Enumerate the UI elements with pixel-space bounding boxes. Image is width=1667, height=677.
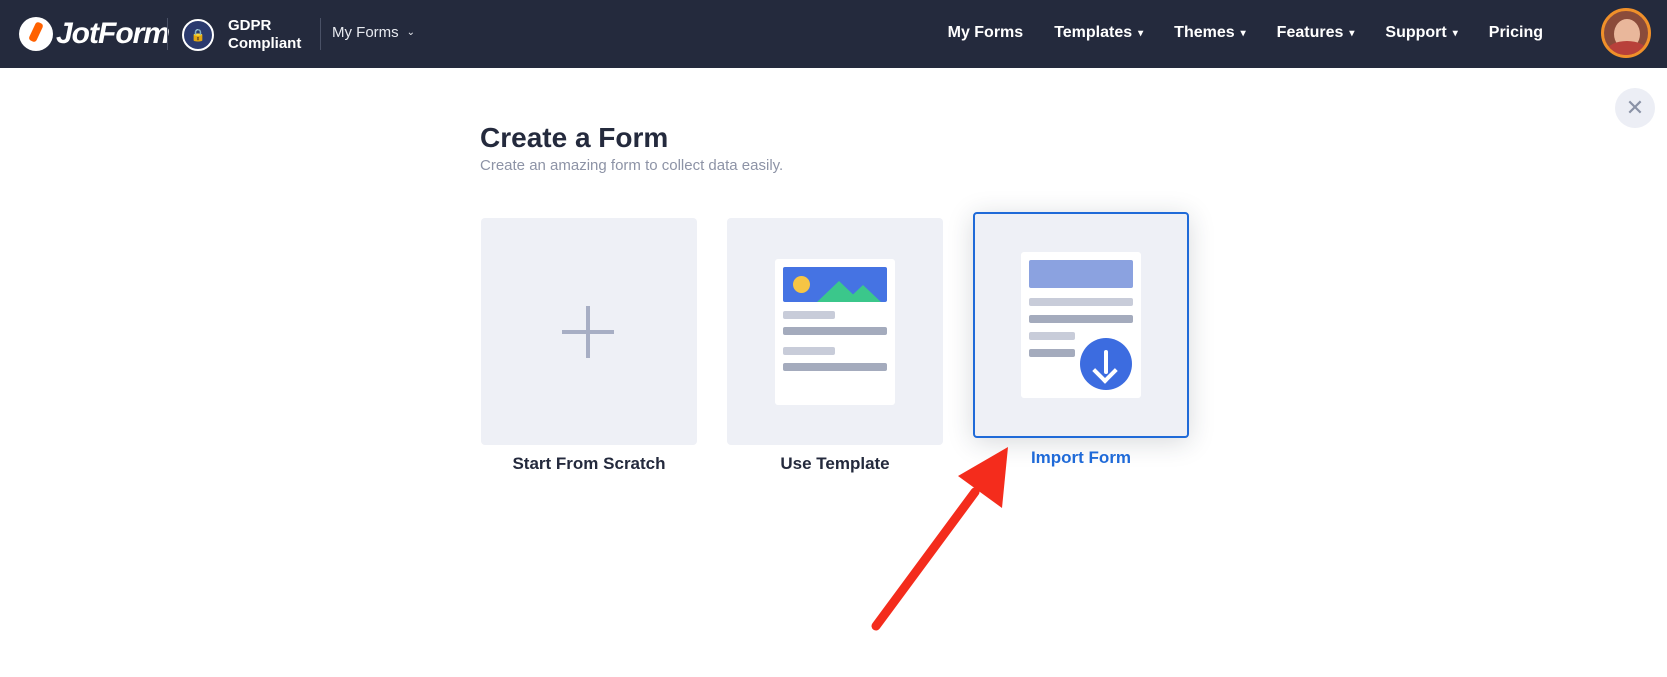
- use-template-label[interactable]: Use Template: [727, 454, 943, 474]
- start-from-scratch-label[interactable]: Start From Scratch: [481, 454, 697, 474]
- gdpr-compliant-label: Compliant: [228, 35, 302, 52]
- main-nav: My Forms Templates ▾ Themes ▾ Features ▾ Su…: [917, 24, 1543, 42]
- caret-down-icon: ▾: [1138, 27, 1144, 39]
- import-form-label[interactable]: Import Form: [973, 448, 1189, 468]
- logo-text: JotForm: [56, 17, 170, 50]
- use-template-card[interactable]: [727, 218, 943, 445]
- chevron-down-icon: ⌄: [406, 27, 416, 38]
- header-divider: [320, 18, 321, 50]
- nav-label: Templates: [1054, 24, 1133, 41]
- nav-pricing[interactable]: Pricing: [1489, 24, 1543, 42]
- nav-label: Support: [1385, 24, 1447, 41]
- page-subtitle: Create an amazing form to collect data e…: [480, 157, 784, 174]
- nav-features[interactable]: Features ▾: [1277, 24, 1355, 42]
- nav-label: Pricing: [1488, 24, 1543, 41]
- close-button[interactable]: ✕: [1615, 88, 1655, 128]
- caret-down-icon: ▾: [1240, 27, 1246, 39]
- import-document-icon: [1021, 252, 1141, 398]
- user-avatar[interactable]: [1601, 8, 1651, 58]
- nav-label: My Forms: [947, 24, 1024, 41]
- caret-down-icon: ▾: [1349, 27, 1355, 39]
- caret-down-icon: ▾: [1452, 27, 1458, 39]
- gdpr-label: GDPR: [228, 17, 272, 34]
- page-title: Create a Form: [480, 122, 669, 153]
- top-navigation-bar: JotForm 🔒 GDPR Compliant My Forms ⌄ My F…: [0, 0, 1667, 68]
- nav-themes[interactable]: Themes ▾: [1174, 24, 1246, 42]
- my-forms-dropdown-label: My Forms: [332, 24, 399, 41]
- nav-my-forms[interactable]: My Forms: [948, 24, 1024, 42]
- nav-support[interactable]: Support ▾: [1385, 24, 1457, 42]
- template-preview-icon: [775, 259, 895, 405]
- download-icon: [1080, 338, 1132, 390]
- header-divider: [167, 18, 168, 50]
- gdpr-badge[interactable]: 🔒 GDPR Compliant: [182, 17, 301, 53]
- nav-label: Themes: [1174, 24, 1235, 41]
- lock-shield-icon: 🔒: [182, 19, 214, 51]
- jotform-logo[interactable]: JotForm: [19, 17, 170, 51]
- nav-label: Features: [1276, 24, 1344, 41]
- image-placeholder-icon: [783, 267, 887, 302]
- import-form-card[interactable]: [973, 212, 1189, 438]
- my-forms-dropdown[interactable]: My Forms ⌄: [332, 24, 415, 41]
- close-icon: ✕: [1625, 95, 1645, 120]
- jotform-logo-icon: [19, 17, 53, 51]
- start-from-scratch-card[interactable]: [481, 218, 697, 445]
- nav-templates[interactable]: Templates ▾: [1054, 24, 1143, 42]
